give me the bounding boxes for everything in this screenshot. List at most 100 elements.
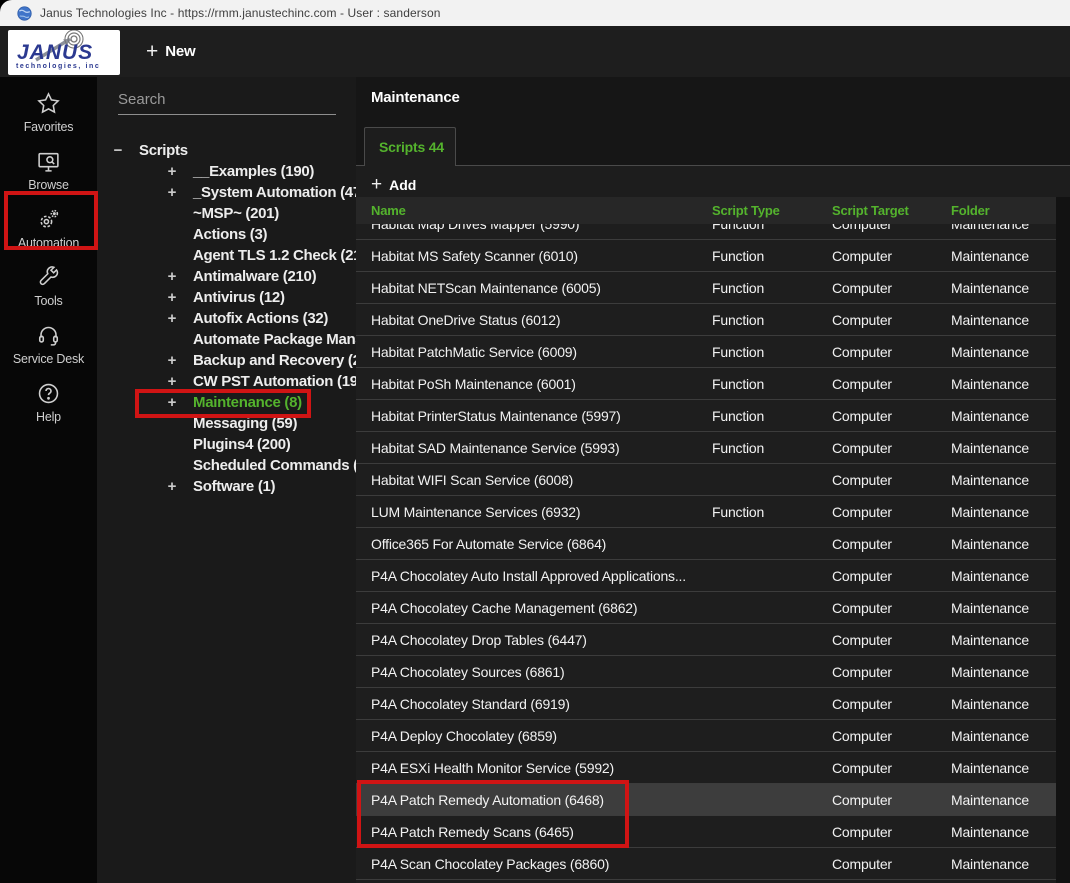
cell-name: Habitat MS Safety Scanner (6010) (356, 248, 712, 264)
tree-item[interactable]: +_System Automation (47 (97, 182, 356, 203)
main-panel: Maintenance Scripts 44 + Add Name Script… (356, 77, 1070, 883)
cell-folder: Maintenance (951, 224, 1070, 232)
tree-item[interactable]: +Antivirus (12) (97, 287, 356, 308)
expand-icon[interactable]: + (164, 163, 180, 180)
table-row[interactable]: Office365 For Automate Service (6864)Com… (356, 528, 1070, 560)
expand-icon[interactable]: + (164, 184, 180, 201)
sidebar-item-help[interactable]: Help (0, 373, 97, 431)
sidebar-item-browse[interactable]: Browse (0, 141, 97, 199)
table-row[interactable]: P4A Chocolatey Drop Tables (6447)Compute… (356, 624, 1070, 656)
table-row[interactable]: Habitat MS Safety Scanner (6010)Function… (356, 240, 1070, 272)
tree-item-label: Backup and Recovery (21 (193, 352, 356, 369)
table-row[interactable]: P4A Patch Remedy Automation (6468)Comput… (356, 784, 1070, 816)
headset-icon (36, 323, 61, 348)
expand-icon[interactable]: + (164, 373, 180, 390)
tree-item[interactable]: +Maintenance (8) (97, 392, 356, 413)
cell-folder: Maintenance (951, 760, 1070, 776)
cell-name: Habitat SAD Maintenance Service (5993) (356, 440, 712, 456)
column-header-script-type[interactable]: Script Type (712, 203, 832, 218)
table-row[interactable]: Habitat OneDrive Status (6012)FunctionCo… (356, 304, 1070, 336)
column-header-script-target[interactable]: Script Target (832, 203, 951, 218)
table-row[interactable]: Habitat PatchMatic Service (6009)Functio… (356, 336, 1070, 368)
table-row[interactable]: P4A Deploy Chocolatey (6859)ComputerMain… (356, 720, 1070, 752)
column-header-name[interactable]: Name (356, 203, 712, 218)
tree-item[interactable]: +Autofix Actions (32) (97, 308, 356, 329)
expand-icon[interactable]: + (164, 478, 180, 495)
table-row[interactable]: P4A Chocolatey Auto Install Approved App… (356, 560, 1070, 592)
tree-item[interactable]: Messaging (59) (97, 413, 356, 434)
table-row[interactable]: P4A Chocolatey Standard (6919)ComputerMa… (356, 688, 1070, 720)
cell-name: P4A Patch Remedy Scans (6465) (356, 824, 712, 840)
table-row[interactable]: P4A ESXi Health Monitor Service (5992)Co… (356, 752, 1070, 784)
add-button[interactable]: + Add (371, 172, 416, 198)
table-row[interactable]: P4A Chocolatey Sources (6861)ComputerMai… (356, 656, 1070, 688)
sidebar-item-tools[interactable]: Tools (0, 257, 97, 315)
new-button[interactable]: + New (146, 26, 196, 77)
tab-scripts[interactable]: Scripts 44 (364, 127, 456, 166)
table-row[interactable]: P4A Patch Remedy Scans (6465)ComputerMai… (356, 816, 1070, 848)
tree-item[interactable]: +CW PST Automation (192 (97, 371, 356, 392)
expand-icon[interactable]: + (164, 289, 180, 306)
tree-item[interactable]: + Antimalware (210) (97, 266, 356, 287)
cell-type: Function (712, 224, 832, 232)
cell-type: Function (712, 504, 832, 520)
sidebar-item-automation[interactable]: Automation (0, 199, 97, 257)
expand-icon[interactable]: + (164, 394, 180, 411)
table-row[interactable]: Habitat PoSh Maintenance (6001)FunctionC… (356, 368, 1070, 400)
cell-name: P4A ESXi Health Monitor Service (5992) (356, 760, 712, 776)
tree-item[interactable]: −Scripts (97, 140, 356, 161)
cell-folder: Maintenance (951, 280, 1070, 296)
cell-name: Habitat Map Drives Mapper (5990) (356, 224, 712, 232)
tree-item[interactable]: ~MSP~ (201) (97, 203, 356, 224)
cell-folder: Maintenance (951, 248, 1070, 264)
table-row[interactable]: Habitat PrinterStatus Maintenance (5997)… (356, 400, 1070, 432)
cell-target: Computer (832, 568, 951, 584)
cell-target: Computer (832, 824, 951, 840)
table-row[interactable]: Habitat WIFI Scan Service (6008)Computer… (356, 464, 1070, 496)
sidebar-item-favorites[interactable]: Favorites (0, 83, 97, 141)
table-row[interactable]: Habitat NETScan Maintenance (6005)Functi… (356, 272, 1070, 304)
sidebar-item-label: Help (36, 410, 61, 424)
collapse-icon[interactable]: − (110, 142, 126, 159)
table-row[interactable]: Habitat SAD Maintenance Service (5993)Fu… (356, 432, 1070, 464)
search-input[interactable] (118, 87, 336, 115)
cell-target: Computer (832, 632, 951, 648)
cell-folder: Maintenance (951, 376, 1070, 392)
cell-folder: Maintenance (951, 664, 1070, 680)
tree-item[interactable]: Scheduled Commands (4 (97, 455, 356, 476)
tree-item[interactable]: Agent TLS 1.2 Check (21 (97, 245, 356, 266)
cell-name: Habitat PoSh Maintenance (6001) (356, 376, 712, 392)
tree-item[interactable]: + Backup and Recovery (21 (97, 350, 356, 371)
cell-target: Computer (832, 664, 951, 680)
table-row[interactable]: P4A Chocolatey Cache Management (6862) Co… (356, 592, 1070, 624)
expand-icon[interactable]: + (164, 268, 180, 285)
cell-name: P4A Chocolatey Cache Management (6862) (356, 600, 712, 616)
tree-item-label: Scripts (139, 142, 188, 159)
cell-type: Function (712, 376, 832, 392)
folder-tree: −Scripts+__Examples (190)+_System Automa… (97, 140, 356, 497)
cell-type: Function (712, 280, 832, 296)
expand-icon[interactable]: + (164, 352, 180, 369)
table-row[interactable]: P4A Scan Chocolatey Packages (6860)Compu… (356, 848, 1070, 880)
cell-folder: Maintenance (951, 568, 1070, 584)
table-row[interactable]: Habitat Map Drives Mapper (5990)Function… (356, 224, 1070, 240)
tree-item-label: Antimalware (210) (193, 268, 316, 285)
vertical-scrollbar[interactable] (1056, 197, 1070, 883)
cell-target: Computer (832, 600, 951, 616)
tree-item[interactable]: Actions (3) (97, 224, 356, 245)
expand-icon[interactable]: + (164, 310, 180, 327)
tree-item[interactable]: +__Examples (190) (97, 161, 356, 182)
tree-item-label: Software (1) (193, 478, 275, 495)
sidebar-item-service-desk[interactable]: Service Desk (0, 315, 97, 373)
cell-folder: Maintenance (951, 728, 1070, 744)
cell-name: P4A Deploy Chocolatey (6859) (356, 728, 712, 744)
tree-item[interactable]: + Software (1) (97, 476, 356, 497)
script-folder-panel: −Scripts+__Examples (190)+_System Automa… (97, 77, 356, 883)
tree-item[interactable]: Plugins4 (200) (97, 434, 356, 455)
company-logo[interactable]: JANUS technologies, inc (8, 30, 120, 75)
cell-name: Office365 For Automate Service (6864) (356, 536, 712, 552)
table-row[interactable]: LUM Maintenance Services (6932)FunctionC… (356, 496, 1070, 528)
column-header-folder[interactable]: Folder (951, 203, 1070, 218)
star-icon (36, 91, 61, 116)
tree-item[interactable]: Automate Package Mana (97, 329, 356, 350)
